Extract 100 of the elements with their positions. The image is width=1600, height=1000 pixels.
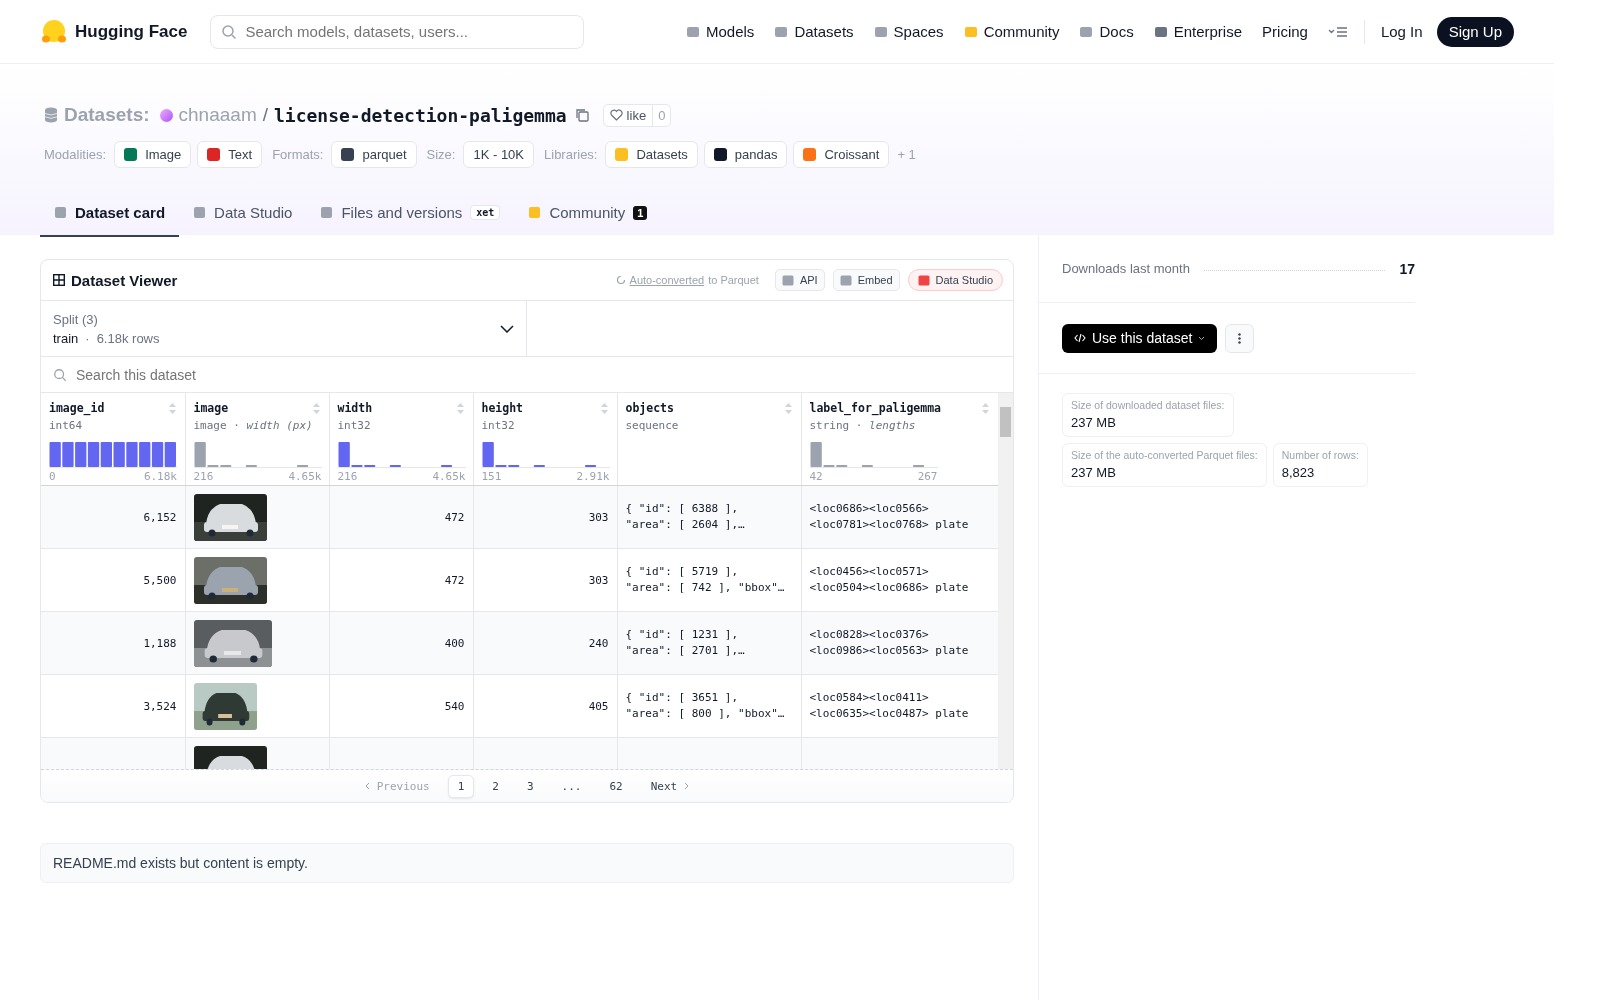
tag-chip[interactable]: Text (197, 141, 263, 168)
more-icon (1238, 332, 1242, 344)
table-cell-text: <loc0686><loc0566> <loc0781><loc0768> plate (809, 501, 970, 533)
table-cell: 303 (588, 573, 609, 587)
sort-icon[interactable] (783, 401, 793, 415)
viewer-button[interactable]: API (774, 269, 825, 291)
downloads-label: Downloads last month (1062, 261, 1190, 276)
histogram-max: 4.65k (288, 470, 322, 483)
stat-label: Size of downloaded dataset files: (1071, 399, 1225, 411)
tag-icon (207, 148, 221, 161)
code-icon (1074, 333, 1086, 343)
sort-icon[interactable] (167, 401, 177, 415)
column-name[interactable]: height (481, 401, 524, 415)
column-name[interactable]: objects (625, 401, 674, 415)
histogram-min: 151 (481, 470, 502, 483)
column-type: string · lengths (809, 419, 917, 432)
sort-icon[interactable] (599, 401, 609, 415)
table-cell: 303 (588, 510, 609, 524)
tag-group-label: Size: (426, 147, 456, 162)
like-button[interactable]: like 0 (602, 103, 672, 127)
use-dataset-button[interactable]: Use this dataset (1062, 323, 1218, 353)
viewer-button[interactable]: Embed (832, 269, 900, 291)
downloads-count: 17 (1399, 260, 1415, 277)
histogram-max: 4.65k (432, 470, 466, 483)
sort-icon[interactable] (311, 401, 321, 415)
copy-icon[interactable] (574, 108, 589, 122)
page-link[interactable]: 3 (517, 774, 544, 798)
button-icon (781, 274, 794, 286)
stat-label: Size of the auto-converted Parquet files: (1071, 449, 1258, 461)
nav-link[interactable]: Datasets (764, 23, 864, 40)
search-field[interactable]: Search models, datasets, users... (210, 14, 585, 49)
tag-icon (124, 148, 138, 161)
nav-link[interactable]: Pricing (1252, 23, 1318, 40)
count-badge: 1 (633, 205, 648, 220)
split-dropdown[interactable]: Split (3) train · 6.18k rows (41, 301, 527, 356)
tag-chip[interactable]: Croissant (793, 141, 890, 168)
tag-group-label: Libraries: (544, 147, 598, 162)
chevron-left-icon (364, 782, 370, 790)
tab[interactable]: Files and versions xet (306, 190, 515, 237)
table-cell-text: { "id": [ 1231 ], "area": [ 2701 ],… (625, 627, 746, 659)
histogram-max: 6.18k (143, 470, 177, 483)
stat-value: 8,823 (1281, 465, 1316, 480)
refresh-icon (615, 275, 626, 285)
stat-value: 237 MB (1071, 465, 1117, 480)
table-cell: 3,524 (143, 699, 177, 713)
column-name[interactable]: label_for_paligemma (809, 401, 942, 415)
histogram-min: 216 (337, 470, 358, 483)
page-link[interactable]: 1 (447, 774, 475, 798)
more-options-button[interactable] (1225, 323, 1255, 353)
xet-badge: xet (470, 205, 501, 220)
menu-icon[interactable] (1327, 24, 1348, 39)
page-link[interactable]: 2 (482, 774, 509, 798)
column-name[interactable]: image_id (49, 401, 105, 415)
page-link[interactable]: 62 (599, 774, 633, 798)
table-cell: 400 (444, 636, 465, 650)
login-link[interactable]: Log In (1370, 23, 1433, 40)
brand-name[interactable]: Hugging Face (75, 21, 188, 42)
nav-icon (1153, 24, 1168, 39)
next-link[interactable]: Next (640, 774, 700, 798)
signup-button[interactable]: Sign Up (1436, 16, 1514, 47)
database-icon (44, 107, 58, 123)
nav-link[interactable]: Models (676, 23, 765, 40)
nav-icon (873, 24, 888, 39)
nav-link[interactable]: Spaces (863, 23, 954, 40)
nav-icon (963, 24, 978, 39)
tab[interactable]: Dataset card (40, 190, 180, 237)
nav-link[interactable]: Community (953, 23, 1070, 40)
tab[interactable]: Data Studio (179, 190, 307, 237)
tag-chip[interactable]: parquet (331, 141, 417, 168)
tag-chip[interactable]: Datasets (605, 141, 698, 168)
tag-chip[interactable]: Image (114, 141, 192, 168)
table-cell-text: { "id": [ 5719 ], "area": [ 742 ], "bbox"… (625, 564, 786, 596)
sort-icon[interactable] (455, 401, 465, 415)
nav-link[interactable]: Enterprise (1143, 23, 1253, 40)
tag-icon (615, 148, 629, 161)
tab-icon (320, 206, 334, 219)
column-type: sequence (625, 419, 680, 432)
table-cell: 405 (588, 699, 609, 713)
nav-link[interactable]: Docs (1069, 23, 1144, 40)
viewer-title: Dataset Viewer (53, 271, 178, 289)
column-name[interactable]: width (337, 401, 373, 415)
tab-icon (193, 206, 207, 219)
table-cell: 472 (444, 510, 465, 524)
page-link[interactable]: ... (551, 774, 592, 798)
button-icon (917, 274, 930, 286)
tag-chip[interactable]: 1K - 10K (463, 141, 534, 168)
repo-name[interactable]: license-detection-paligemma (274, 104, 567, 126)
tag-chip[interactable]: pandas (703, 141, 788, 168)
table-cell: 240 (588, 636, 609, 650)
heart-icon (609, 109, 623, 121)
viewer-button[interactable]: Data Studio (907, 269, 1003, 291)
tab-icon (54, 206, 67, 219)
scrollbar[interactable] (998, 393, 1013, 769)
column-name[interactable]: image (193, 401, 229, 415)
search-icon (53, 368, 67, 382)
column-type: int64 (49, 419, 84, 432)
avatar-icon (159, 108, 173, 122)
sort-icon[interactable] (981, 401, 990, 415)
tab[interactable]: Community 1 (514, 190, 662, 237)
table-cell-text: { "id": [ 3651 ], "area": [ 800 ], "bbox"… (625, 690, 786, 722)
